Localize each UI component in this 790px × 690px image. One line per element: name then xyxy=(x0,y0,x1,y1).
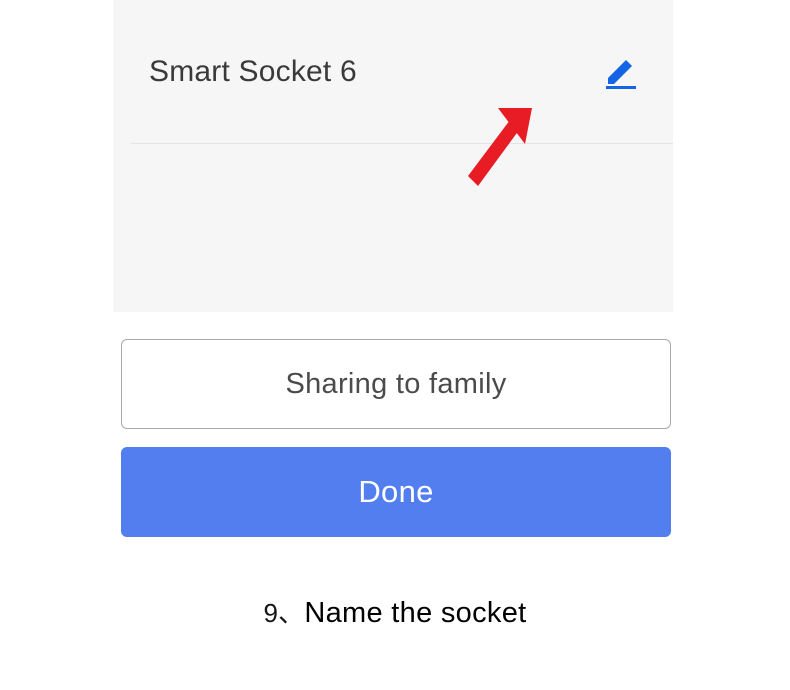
button-group: Sharing to family Done xyxy=(121,339,671,537)
share-button-label: Sharing to family xyxy=(285,368,506,401)
divider xyxy=(131,143,673,144)
device-name-label: Smart Socket 6 xyxy=(149,55,357,89)
step-caption: 9、Name the socket xyxy=(0,593,790,630)
done-button[interactable]: Done xyxy=(121,447,671,537)
device-panel: Smart Socket 6 xyxy=(113,0,673,312)
step-title: Name the socket xyxy=(304,597,526,629)
pencil-icon xyxy=(604,55,638,89)
done-button-label: Done xyxy=(358,474,433,510)
edit-button[interactable] xyxy=(603,54,639,90)
device-name-row[interactable]: Smart Socket 6 xyxy=(113,0,673,143)
step-number: 9、 xyxy=(264,598,305,628)
share-button[interactable]: Sharing to family xyxy=(121,339,671,429)
